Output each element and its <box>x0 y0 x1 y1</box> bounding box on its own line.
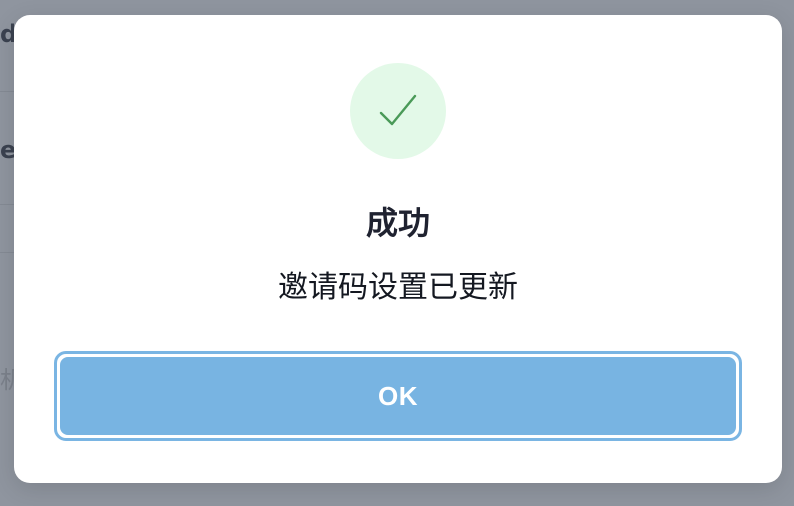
checkmark-icon <box>379 94 417 126</box>
success-dialog: 成功 邀请码设置已更新 OK <box>14 15 782 483</box>
ok-button[interactable]: OK <box>60 357 736 435</box>
background-text-fragment: d <box>0 22 14 46</box>
background-text-fragment: 机 <box>0 368 14 392</box>
ok-button-focus-ring: OK <box>54 351 742 441</box>
dialog-title: 成功 <box>365 204 430 242</box>
dialog-message: 邀请码设置已更新 <box>278 270 518 305</box>
background-text-fragment: e <box>0 138 14 162</box>
success-badge <box>350 63 446 159</box>
